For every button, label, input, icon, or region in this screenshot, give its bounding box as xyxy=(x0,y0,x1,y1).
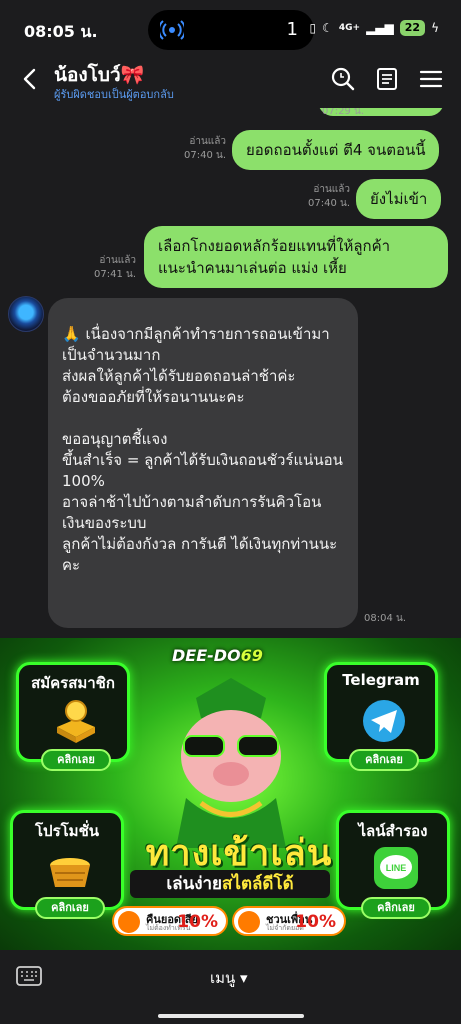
incoming-message-text: 🙏 เนื่องจากมีลูกค้าทำรายการถอนเข้ามาเป็น… xyxy=(62,325,343,574)
cashback-badge[interactable]: คืนยอดเสีย ไม่ต้องทำเทิร์น 10% xyxy=(112,906,228,936)
read-receipt: อ่านแล้ว xyxy=(313,184,350,195)
cashback-icon xyxy=(118,911,140,933)
message-time: 08:04 น. xyxy=(363,613,406,624)
brand-logo: DEE-DO69 xyxy=(172,646,263,665)
island-count: 1 xyxy=(286,19,298,40)
referral-badge[interactable]: ชวนเพื่อน ไม่จำกัดยอด 10% xyxy=(232,906,346,936)
promotion-button[interactable]: คลิกเลย xyxy=(35,897,105,919)
card-title: ไลน์สำรอง xyxy=(358,822,428,840)
charging-icon: ϟ xyxy=(431,21,439,35)
telegram-button[interactable]: คลิกเลย xyxy=(349,749,419,771)
message-time: 07:40 น. xyxy=(307,198,350,209)
vibrate-icon: ▯ xyxy=(309,21,317,35)
signal-icon: ▂▄▆ xyxy=(366,21,394,35)
cashback-percent: 10% xyxy=(177,912,218,932)
menu-toggle-button[interactable]: เมนู ▾ xyxy=(210,966,248,990)
broadcast-icon xyxy=(160,20,184,40)
read-receipt: อ่านแล้ว xyxy=(189,136,226,147)
register-card[interactable]: สมัครสมาชิก คลิกเลย xyxy=(16,662,130,771)
incoming-message[interactable]: 🙏 เนื่องจากมีลูกค้าทำรายการถอนเข้ามาเป็น… xyxy=(48,298,358,628)
read-receipt: อ่านแล้ว xyxy=(99,255,136,266)
pig-mascot-image xyxy=(176,678,286,848)
brand-logo-text: DEE-DO xyxy=(172,646,241,665)
menu-icon[interactable] xyxy=(418,66,444,92)
telegram-icon xyxy=(363,700,405,742)
promo-subheadline: เล่นง่ายสไตล์ดีโด้ xyxy=(130,870,330,898)
home-indicator[interactable] xyxy=(158,1014,304,1018)
chat-subtitle: ผู้รับผิดชอบเป็นผู้ตอบกลับ xyxy=(54,88,174,101)
message-meta: อ่านแล้ว 07:40 น. xyxy=(160,135,226,163)
back-icon[interactable] xyxy=(16,64,46,94)
promotion-card[interactable]: โปรโมชั่น คลิกเลย xyxy=(10,810,124,919)
search-icon[interactable] xyxy=(330,66,356,92)
promo-sub-part1: เล่นง่าย xyxy=(166,874,223,894)
message-list[interactable]: 07:29 น. อ่านแล้ว 07:40 น. ยอดถอนตั้งแต่… xyxy=(0,108,461,638)
dynamic-island[interactable]: 1 xyxy=(148,10,314,50)
moon-icon: ☾ xyxy=(322,21,333,35)
gold-bar-icon xyxy=(57,700,95,743)
status-icons: ▯ ☾ 4G+ ▂▄▆ 22 ϟ xyxy=(309,20,439,36)
register-button[interactable]: คลิกเลย xyxy=(41,749,111,771)
avatar[interactable] xyxy=(8,296,44,332)
message-meta: อ่านแล้ว 07:40 น. xyxy=(284,183,350,211)
card-title: Telegram xyxy=(342,671,420,689)
card-title: สมัครสมาชิก xyxy=(31,674,115,692)
telegram-card[interactable]: Telegram คลิกเลย xyxy=(324,662,438,771)
promo-sub-part2: สไตล์ดีโด้ xyxy=(222,874,294,894)
outgoing-message[interactable]: ยอดถอนตั้งแต่ ตี4 จนตอนนี้ xyxy=(232,130,440,170)
battery-indicator: 22 xyxy=(399,20,426,36)
referral-icon xyxy=(238,911,260,933)
chat-header: น้องโบว์🎀 ผู้รับผิดชอบเป็นผู้ตอบกลับ xyxy=(0,58,461,108)
card-title: โปรโมชั่น xyxy=(34,822,99,840)
promo-banner[interactable]: DEE-DO69 สมัครสมาชิก คลิกเลย Telegram คล… xyxy=(0,638,461,950)
coin-basket-icon xyxy=(50,858,90,887)
message-time: 07:41 น. xyxy=(93,269,136,280)
network-label: 4G+ xyxy=(338,23,361,33)
keyboard-icon[interactable] xyxy=(16,966,42,986)
message-meta: อ่านแล้ว 07:41 น. xyxy=(70,254,136,282)
status-bar: 08:05 น. 1 ▯ ☾ 4G+ ▂▄▆ 22 ϟ xyxy=(0,0,461,58)
line-button[interactable]: คลิกเลย xyxy=(361,897,431,919)
referral-percent: 10% xyxy=(295,912,336,932)
notes-icon[interactable] xyxy=(374,66,400,92)
line-app-icon: LINE xyxy=(374,847,418,889)
message-time: 07:29 น. xyxy=(321,108,364,117)
status-time: 08:05 น. xyxy=(24,22,98,41)
bottom-bar: เมนู ▾ xyxy=(0,950,461,1024)
outgoing-message[interactable]: ยังไม่เข้า xyxy=(356,179,442,219)
brand-logo-number: 69 xyxy=(240,646,263,665)
line-logo-text: LINE xyxy=(386,863,407,873)
outgoing-message[interactable]: เลือกโกงยอดหลักร้อยแทนที่ให้ลูกค้าแนะนำค… xyxy=(144,226,448,288)
message-time: 07:40 น. xyxy=(183,150,226,161)
